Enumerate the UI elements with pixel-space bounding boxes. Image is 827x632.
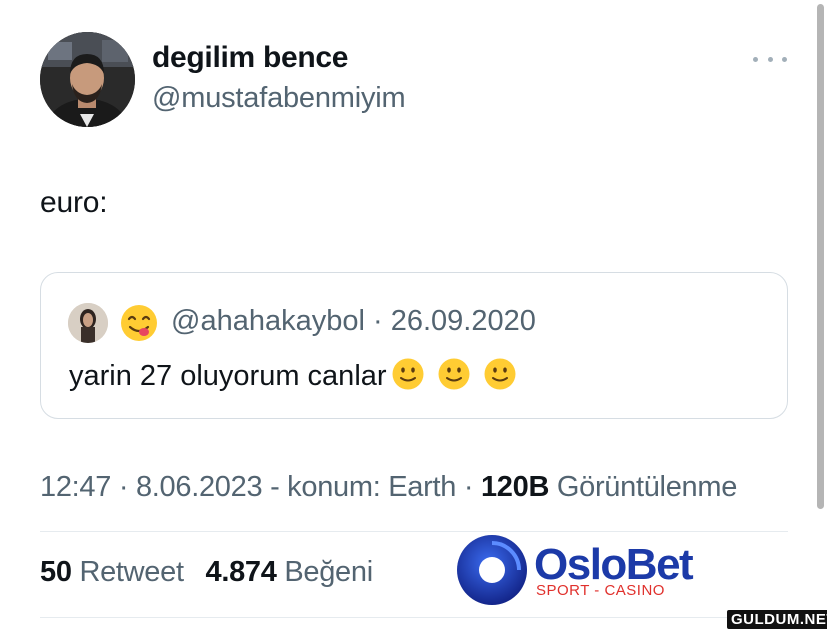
meta-separator: ·: [372, 305, 383, 337]
divider: [40, 531, 788, 532]
oslobet-logo-icon: [457, 535, 527, 605]
divider: [40, 617, 788, 618]
meta-separator: ·: [463, 471, 474, 503]
tweet-meta-row: 12:47 · 8.06.2023 - konum: Earth · 120B …: [40, 471, 737, 504]
author-avatar[interactable]: [40, 32, 135, 127]
author-display-name[interactable]: degilim bence: [152, 41, 348, 75]
more-options-icon[interactable]: [753, 52, 787, 66]
tweet-location: - konum: Earth: [270, 471, 457, 503]
quoted-tweet-text-row: yarin 27 oluyorum canlar: [69, 357, 517, 393]
tweet-date[interactable]: 8.06.2023: [136, 471, 263, 503]
quoted-tweet-card[interactable]: @ahahakaybol · 26.09.2020 yarin 27 oluyo…: [40, 272, 788, 419]
ad-tagline: SPORT - CASINO: [536, 582, 665, 599]
retweets-count: 50: [40, 556, 72, 588]
quoted-tweet-date: 26.09.2020: [390, 305, 536, 337]
quoted-tweet-text: yarin 27 oluyorum canlar: [69, 360, 387, 392]
scrollbar[interactable]: [817, 4, 824, 509]
slightly-smiling-face-emoji-icon: [392, 358, 424, 390]
quoted-tweet-meta: @ahahakaybol · 26.09.2020: [171, 305, 536, 338]
tweet-text: euro:: [40, 186, 108, 219]
retweets-label: Retweet: [79, 556, 184, 588]
slightly-smiling-face-emoji-icon: [484, 358, 516, 390]
engagement-stats-row: 50 Retweet 4.874 Beğeni: [40, 556, 373, 589]
slightly-smiling-face-emoji-icon: [438, 358, 470, 390]
likes-count: 4.874: [205, 556, 277, 588]
retweets-stat[interactable]: 50 Retweet: [40, 556, 184, 588]
tweet-time[interactable]: 12:47: [40, 471, 111, 503]
savoring-face-emoji-icon: [121, 305, 157, 341]
meta-separator: ·: [118, 471, 129, 503]
views-count: 120B: [480, 471, 550, 503]
quoted-author-avatar[interactable]: [68, 303, 108, 343]
views-label: Görüntülenme: [556, 471, 738, 503]
likes-stat[interactable]: 4.874 Beğeni: [205, 556, 374, 588]
likes-label: Beğeni: [284, 556, 373, 588]
quoted-author-handle[interactable]: @ahahakaybol: [171, 305, 365, 337]
author-handle[interactable]: @mustafabenmiyim: [152, 82, 406, 115]
watermark: GULDUM.NET: [727, 610, 827, 629]
